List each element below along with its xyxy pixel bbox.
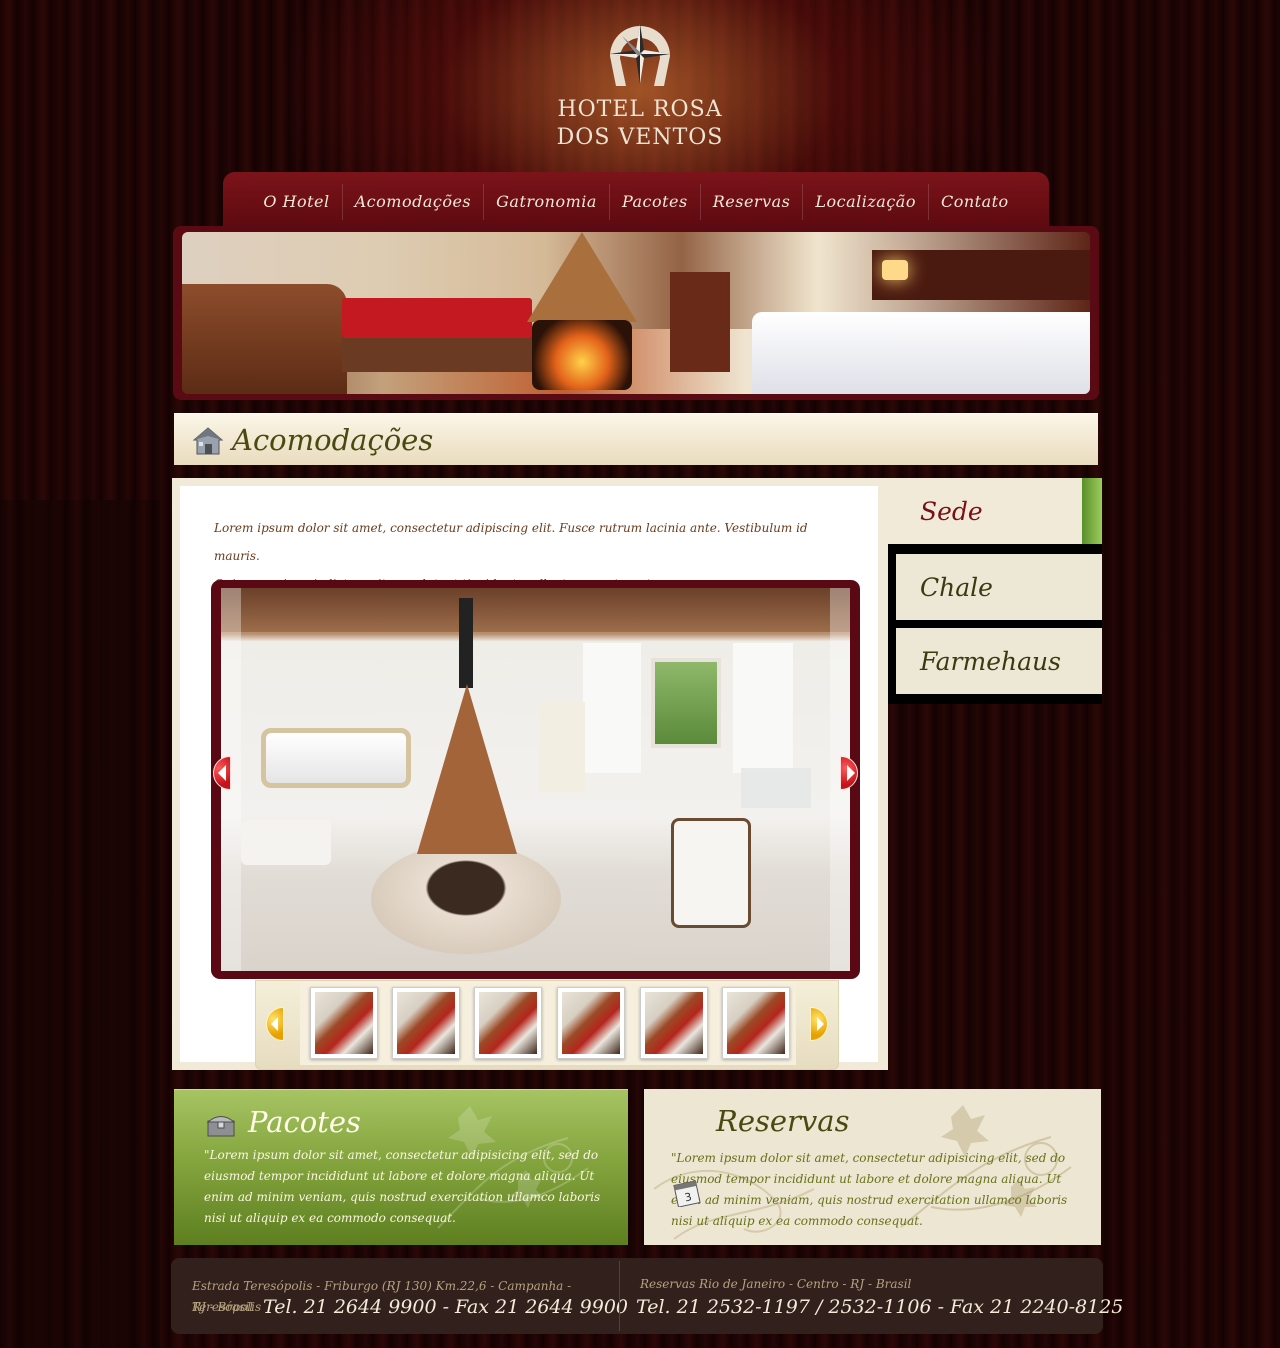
thumbnail-strip: [255, 980, 839, 1070]
pacotes-text: "Lorem ipsum dolor sit amet, consectetur…: [204, 1148, 601, 1225]
nav-item-localizacao[interactable]: Localização: [802, 184, 928, 220]
arrow-right-icon: [847, 765, 855, 781]
header-banner: [173, 226, 1099, 400]
pacotes-box[interactable]: Pacotes "Lorem ipsum dolor sit amet, con…: [174, 1089, 628, 1245]
footer-address-country: RJ - Brasil: [192, 1300, 254, 1314]
page-title: Acomodações: [232, 423, 434, 457]
nav-item-pacotes[interactable]: Pacotes: [608, 184, 700, 220]
arrow-right-icon: [817, 1017, 824, 1031]
banner-photo: [182, 232, 1090, 394]
gallery-main-photo: [221, 588, 850, 971]
tab-label: Chale: [920, 573, 993, 602]
arrow-left-icon: [218, 765, 226, 781]
logo-line-1: HOTEL ROSA: [557, 97, 723, 122]
footer-reservas-location: Reservas Rio de Janeiro - Centro - RJ - …: [640, 1277, 912, 1291]
nav-item-gatronomia[interactable]: Gatronomia: [483, 184, 609, 220]
footer-phone-hotel: Tel. 21 2644 9900 - Fax 21 2644 9900: [263, 1296, 628, 1318]
main-nav: O Hotel Acomodações Gatronomia Pacotes R…: [223, 172, 1049, 228]
footer: Estrada Teresópolis - Friburgo (RJ 130) …: [171, 1258, 1123, 1334]
nav-item-o-hotel[interactable]: O Hotel: [251, 184, 341, 220]
thumbnail[interactable]: [474, 987, 542, 1059]
compass-rose-horseshoe-icon: [610, 24, 670, 86]
gallery-viewer: [211, 580, 860, 979]
pacotes-title: Pacotes: [248, 1105, 361, 1139]
footer-divider: [619, 1261, 620, 1331]
nav-item-contato[interactable]: Contato: [927, 184, 1021, 220]
nav-item-acomodacoes[interactable]: Acomodações: [341, 184, 484, 220]
thumbs-prev-button[interactable]: [266, 1007, 284, 1041]
thumbs-next-button[interactable]: [810, 1007, 828, 1041]
calendar-icon: 3: [673, 1180, 701, 1207]
thumbnail[interactable]: [392, 987, 460, 1059]
gallery-prev-button[interactable]: [213, 756, 231, 790]
footer-phone-reservas: Tel. 21 2532-1197 / 2532-1106 - Fax 21 2…: [636, 1296, 1124, 1318]
reservas-text: "Lorem ipsum dolor sit amet, consectetur…: [671, 1151, 1068, 1228]
wood-background: [0, 500, 160, 1348]
reservas-box[interactable]: Reservas "Lorem ipsum dolor sit amet, co…: [644, 1089, 1101, 1245]
tab-sede[interactable]: Sede: [888, 478, 1102, 544]
gallery-next-button[interactable]: [840, 756, 858, 790]
hotel-logo[interactable]: HOTEL ROSA DOS VENTOS: [540, 12, 740, 162]
house-icon: [192, 427, 224, 455]
reservas-title: Reservas: [716, 1104, 850, 1138]
tab-label: Sede: [920, 497, 983, 526]
treasure-chest-icon: [206, 1116, 236, 1137]
thumbnail[interactable]: [722, 987, 790, 1059]
thumbnail[interactable]: [557, 987, 625, 1059]
arrow-left-icon: [271, 1017, 278, 1031]
logo-line-2: DOS VENTOS: [556, 125, 724, 150]
thumbnail[interactable]: [310, 987, 378, 1059]
nav-item-reservas[interactable]: Reservas: [699, 184, 803, 220]
tab-label: Farmehaus: [920, 647, 1061, 676]
tab-chale[interactable]: Chale: [896, 554, 1102, 620]
thumbnail[interactable]: [640, 987, 708, 1059]
active-indicator: [1082, 478, 1102, 544]
section-header: Acomodações: [174, 413, 1098, 465]
content-panel: Lorem ipsum dolor sit amet, consectetur …: [172, 478, 888, 1070]
intro-line-1: Lorem ipsum dolor sit amet, consectetur …: [214, 521, 808, 563]
tab-farmehaus[interactable]: Farmehaus: [896, 628, 1102, 694]
